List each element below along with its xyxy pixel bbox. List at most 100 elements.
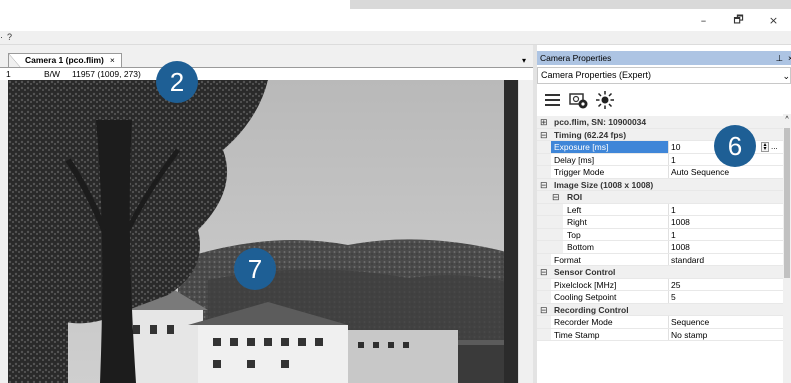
- chevron-down-icon: ⌄: [782, 71, 790, 81]
- menu-separator: ·: [0, 32, 3, 42]
- collapse-icon[interactable]: ⊟: [552, 191, 560, 203]
- restore-button[interactable]: 🗗: [721, 9, 756, 31]
- row-gutter: [537, 153, 551, 165]
- image-scrollbar[interactable]: [518, 80, 533, 383]
- property-label: Pixelclock [MHz]: [554, 279, 617, 290]
- property-category-row[interactable]: ⊟ Image Size (1008 x 1008): [537, 178, 783, 191]
- row-gutter: [537, 291, 551, 303]
- property-label: Delay [ms]: [554, 154, 595, 165]
- edit-ellipsis-button[interactable]: ...: [771, 141, 778, 153]
- row-gutter: [537, 316, 551, 328]
- property-category-row[interactable]: ⊟ Sensor Control: [537, 266, 783, 279]
- row-gutter: [537, 166, 551, 178]
- column-separator: [668, 203, 669, 215]
- value-spinner[interactable]: ▴ ▾: [761, 142, 769, 152]
- collapse-icon[interactable]: ⊟: [540, 129, 548, 141]
- property-label: Right: [567, 217, 587, 227]
- callout-7: 7: [234, 248, 276, 290]
- property-value[interactable]: standard: [671, 254, 704, 266]
- collapse-icon[interactable]: ⊟: [540, 179, 548, 191]
- properties-pane-title: Camera Properties: [540, 53, 612, 63]
- document-area: Camera 1 (pco.flim) × ▾ 1 B/W 11957 (100…: [0, 45, 533, 383]
- property-label: Trigger Mode: [554, 167, 605, 177]
- properties-pane-header: Camera Properties ⊥ ×: [537, 51, 791, 65]
- collapse-icon[interactable]: ⊟: [540, 266, 548, 278]
- property-row[interactable]: Top 1: [537, 228, 783, 241]
- property-label: ROI: [567, 192, 583, 202]
- properties-toolbar: [537, 86, 791, 114]
- column-separator: [668, 253, 669, 265]
- pixel-readout: 11957 (1009, 273): [72, 69, 141, 79]
- property-value[interactable]: 10: [671, 141, 680, 153]
- property-label: Time Stamp: [554, 329, 600, 340]
- brightness-icon[interactable]: [595, 90, 615, 110]
- property-value[interactable]: 1: [671, 154, 676, 166]
- row-gutter: [537, 203, 563, 215]
- property-value[interactable]: Sequence: [671, 316, 709, 328]
- frame-number: 1: [6, 69, 11, 79]
- property-category-row[interactable]: ⊞ pco.flim, SN: 10900034: [537, 116, 783, 129]
- property-row[interactable]: Right 1008: [537, 216, 783, 229]
- property-category-row[interactable]: ⊟ Recording Control: [537, 303, 783, 316]
- column-separator: [668, 228, 669, 240]
- property-row[interactable]: Left 1: [537, 203, 783, 216]
- minimize-button[interactable]: –: [686, 9, 721, 31]
- property-label: Sensor Control: [554, 267, 616, 277]
- property-label: Top: [567, 229, 581, 240]
- property-row[interactable]: Time Stamp No stamp: [537, 328, 783, 341]
- property-label: Bottom: [567, 242, 594, 252]
- property-value[interactable]: No stamp: [671, 329, 707, 341]
- menu-help[interactable]: ?: [7, 32, 12, 42]
- scroll-thumb[interactable]: [784, 128, 790, 278]
- row-gutter: [537, 328, 551, 340]
- callout-2: 2: [156, 61, 198, 103]
- collapse-icon[interactable]: ⊟: [540, 304, 548, 316]
- tab-camera-1[interactable]: Camera 1 (pco.flim) ×: [8, 53, 122, 68]
- row-gutter: [537, 228, 563, 240]
- property-label: Recorder Mode: [554, 317, 613, 327]
- camera-image: [8, 80, 518, 383]
- callout-6: 6: [714, 125, 756, 167]
- property-value[interactable]: Auto Sequence: [671, 166, 729, 178]
- property-label: Left: [567, 204, 582, 215]
- column-separator: [668, 166, 669, 178]
- column-separator: [668, 278, 669, 290]
- property-label: Exposure [ms]: [554, 142, 609, 152]
- properties-mode-value: Camera Properties (Expert): [541, 70, 652, 80]
- property-grid-scrollbar[interactable]: ^: [783, 114, 791, 383]
- property-value[interactable]: 1008: [671, 241, 690, 253]
- row-gutter: [537, 253, 551, 265]
- property-row[interactable]: Recorder Mode Sequence: [537, 316, 783, 329]
- property-value[interactable]: 5: [671, 291, 676, 303]
- property-value[interactable]: 25: [671, 279, 680, 291]
- property-row[interactable]: Trigger Mode Auto Sequence: [537, 166, 783, 179]
- camera-settings-icon[interactable]: [569, 90, 589, 110]
- camera-image-view[interactable]: [8, 80, 518, 383]
- color-mode: B/W: [44, 69, 61, 79]
- pin-icon[interactable]: ⊥: [776, 51, 783, 65]
- tab-list-dropdown-icon[interactable]: ▾: [519, 56, 529, 66]
- properties-mode-select[interactable]: Camera Properties (Expert) ⌄: [537, 67, 791, 84]
- property-value[interactable]: 1: [671, 229, 676, 241]
- property-label: Image Size (1008 x 1008): [554, 179, 654, 190]
- expand-icon[interactable]: ⊞: [540, 116, 548, 128]
- property-label: Format: [554, 254, 581, 265]
- column-separator: [668, 316, 669, 328]
- property-row[interactable]: Cooling Setpoint 5: [537, 291, 783, 304]
- list-icon[interactable]: [543, 90, 563, 110]
- close-button[interactable]: ×: [756, 9, 791, 31]
- property-row[interactable]: Pixelclock [MHz] 25: [537, 278, 783, 291]
- column-separator: [668, 216, 669, 228]
- image-info-bar: 1 B/W 11957 (1009, 273): [0, 68, 533, 80]
- property-value[interactable]: 1008: [671, 216, 690, 228]
- property-value[interactable]: 1: [671, 204, 676, 216]
- scroll-up-icon[interactable]: ^: [783, 116, 791, 123]
- property-label: Timing (62.24 fps): [554, 129, 627, 140]
- tab-close-icon[interactable]: ×: [110, 54, 115, 67]
- property-category-row[interactable]: ⊟ ROI: [537, 191, 783, 204]
- property-row[interactable]: Format standard: [537, 253, 783, 266]
- property-row[interactable]: Bottom 1008: [537, 241, 783, 254]
- row-gutter: [537, 141, 551, 153]
- row-gutter: [537, 241, 563, 253]
- row-gutter: [537, 216, 563, 228]
